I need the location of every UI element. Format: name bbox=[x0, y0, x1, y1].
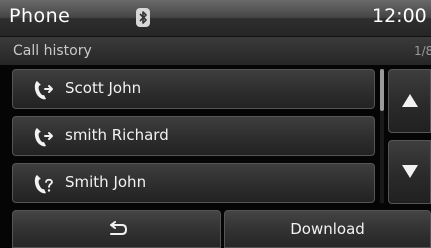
missed-call-icon bbox=[34, 175, 53, 194]
contact-name: Smith John bbox=[65, 173, 147, 191]
page-title: Call history bbox=[13, 43, 92, 59]
clock: 12:00 bbox=[372, 5, 427, 27]
outgoing-call-icon bbox=[34, 128, 53, 147]
call-history-item[interactable]: Scott John bbox=[12, 69, 375, 109]
status-bar: Phone 12:00 bbox=[0, 0, 431, 37]
header-bar: Call history 1/8 bbox=[0, 37, 431, 65]
download-label: Download bbox=[290, 220, 365, 238]
scrollbar-thumb[interactable] bbox=[380, 69, 384, 111]
phone-screen: Phone 12:00 Call history 1/8 Scott John … bbox=[0, 0, 431, 248]
back-button[interactable] bbox=[12, 210, 221, 248]
arrow-down-icon bbox=[402, 165, 418, 178]
scroll-down-button[interactable] bbox=[388, 140, 431, 204]
contact-name: smith Richard bbox=[65, 126, 169, 144]
scroll-up-button[interactable] bbox=[388, 69, 431, 133]
contact-name: Scott John bbox=[65, 79, 142, 97]
call-history-item[interactable]: Smith John bbox=[12, 163, 375, 203]
bluetooth-icon bbox=[136, 8, 150, 27]
outgoing-call-icon bbox=[34, 81, 53, 100]
call-history-item[interactable]: smith Richard bbox=[12, 116, 375, 156]
back-arrow-icon bbox=[110, 221, 128, 235]
page-indicator: 1/8 bbox=[414, 44, 431, 58]
download-button[interactable]: Download bbox=[224, 210, 431, 248]
arrow-up-icon bbox=[402, 94, 418, 107]
app-title: Phone bbox=[9, 5, 71, 27]
